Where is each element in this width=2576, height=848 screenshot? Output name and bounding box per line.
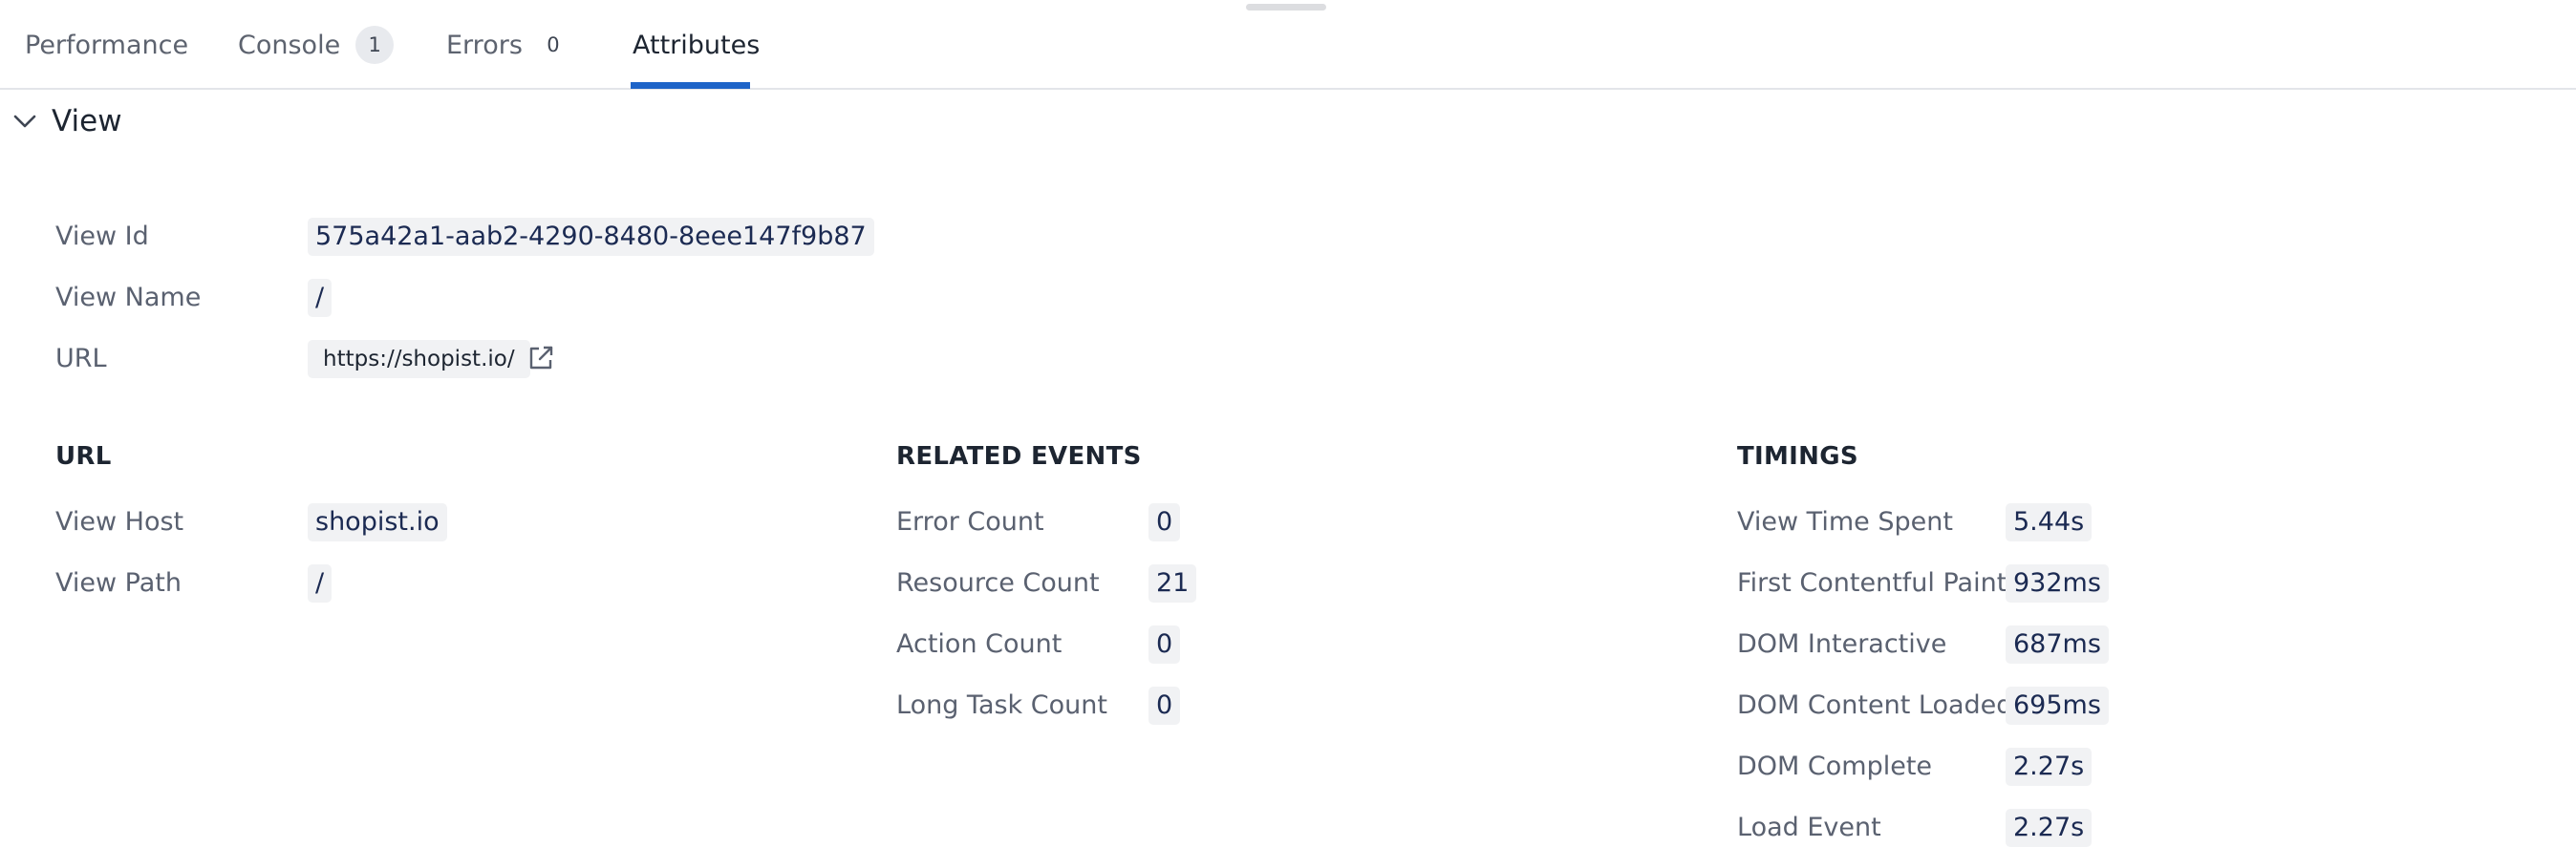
url-value[interactable]: https://shopist.io/ bbox=[308, 340, 530, 378]
related-events-heading: RELATED EVENTS bbox=[896, 442, 1142, 471]
dom-interactive-value[interactable]: 687ms bbox=[2006, 625, 2109, 664]
dom-interactive-label: DOM Interactive bbox=[1737, 629, 1947, 659]
tab-attributes[interactable]: Attributes bbox=[633, 0, 760, 90]
url-label: URL bbox=[55, 344, 107, 373]
tab-performance-label: Performance bbox=[25, 30, 189, 60]
view-id-value[interactable]: 575a42a1-aab2-4290-8480-8eee147f9b87 bbox=[308, 218, 874, 256]
error-count-label: Error Count bbox=[896, 507, 1044, 537]
view-section-title: View bbox=[52, 104, 122, 138]
tab-performance[interactable]: Performance bbox=[25, 0, 188, 90]
tab-attributes-label: Attributes bbox=[633, 30, 761, 60]
dom-content-loaded-value[interactable]: 695ms bbox=[2006, 687, 2109, 725]
tab-bar: Performance Console 1 Errors 0 Attribute… bbox=[0, 0, 2576, 90]
attributes-panel: Performance Console 1 Errors 0 Attribute… bbox=[0, 0, 2576, 848]
long-task-count-label: Long Task Count bbox=[896, 690, 1107, 720]
resource-count-value[interactable]: 21 bbox=[1148, 564, 1197, 603]
load-event-value[interactable]: 2.27s bbox=[2006, 809, 2093, 847]
resource-count-label: Resource Count bbox=[896, 568, 1100, 598]
view-name-value[interactable]: / bbox=[308, 279, 333, 317]
view-id-label: View Id bbox=[55, 222, 149, 251]
tab-console-label: Console bbox=[238, 30, 341, 60]
console-count-badge: 1 bbox=[355, 26, 395, 64]
chevron-down-icon bbox=[13, 115, 36, 128]
view-host-label: View Host bbox=[55, 507, 184, 537]
first-contentful-paint-value[interactable]: 932ms bbox=[2006, 564, 2109, 603]
tab-console[interactable]: Console 1 bbox=[238, 0, 395, 90]
view-path-label: View Path bbox=[55, 568, 182, 598]
tab-errors-label: Errors bbox=[446, 30, 523, 60]
external-link-icon[interactable] bbox=[526, 344, 555, 372]
action-count-value[interactable]: 0 bbox=[1148, 625, 1181, 664]
view-host-value[interactable]: shopist.io bbox=[308, 503, 447, 541]
long-task-count-value[interactable]: 0 bbox=[1148, 687, 1181, 725]
view-section-toggle[interactable]: View bbox=[11, 101, 122, 141]
action-count-label: Action Count bbox=[896, 629, 1063, 659]
errors-count-badge: 0 bbox=[547, 33, 560, 56]
error-count-value[interactable]: 0 bbox=[1148, 503, 1181, 541]
dom-content-loaded-label: DOM Content Loaded bbox=[1737, 690, 2013, 720]
load-event-label: Load Event bbox=[1737, 813, 1881, 842]
dom-complete-label: DOM Complete bbox=[1737, 752, 1933, 781]
view-time-spent-value[interactable]: 5.44s bbox=[2006, 503, 2093, 541]
dom-complete-value[interactable]: 2.27s bbox=[2006, 748, 2093, 786]
active-tab-indicator bbox=[631, 82, 750, 89]
view-path-value[interactable]: / bbox=[308, 564, 333, 603]
timings-heading: TIMINGS bbox=[1737, 442, 1858, 471]
url-group-heading: URL bbox=[55, 442, 112, 471]
first-contentful-paint-label: First Contentful Paint bbox=[1737, 568, 2007, 598]
view-name-label: View Name bbox=[55, 283, 202, 312]
view-time-spent-label: View Time Spent bbox=[1737, 507, 1953, 537]
tab-errors[interactable]: Errors 0 bbox=[446, 0, 565, 90]
